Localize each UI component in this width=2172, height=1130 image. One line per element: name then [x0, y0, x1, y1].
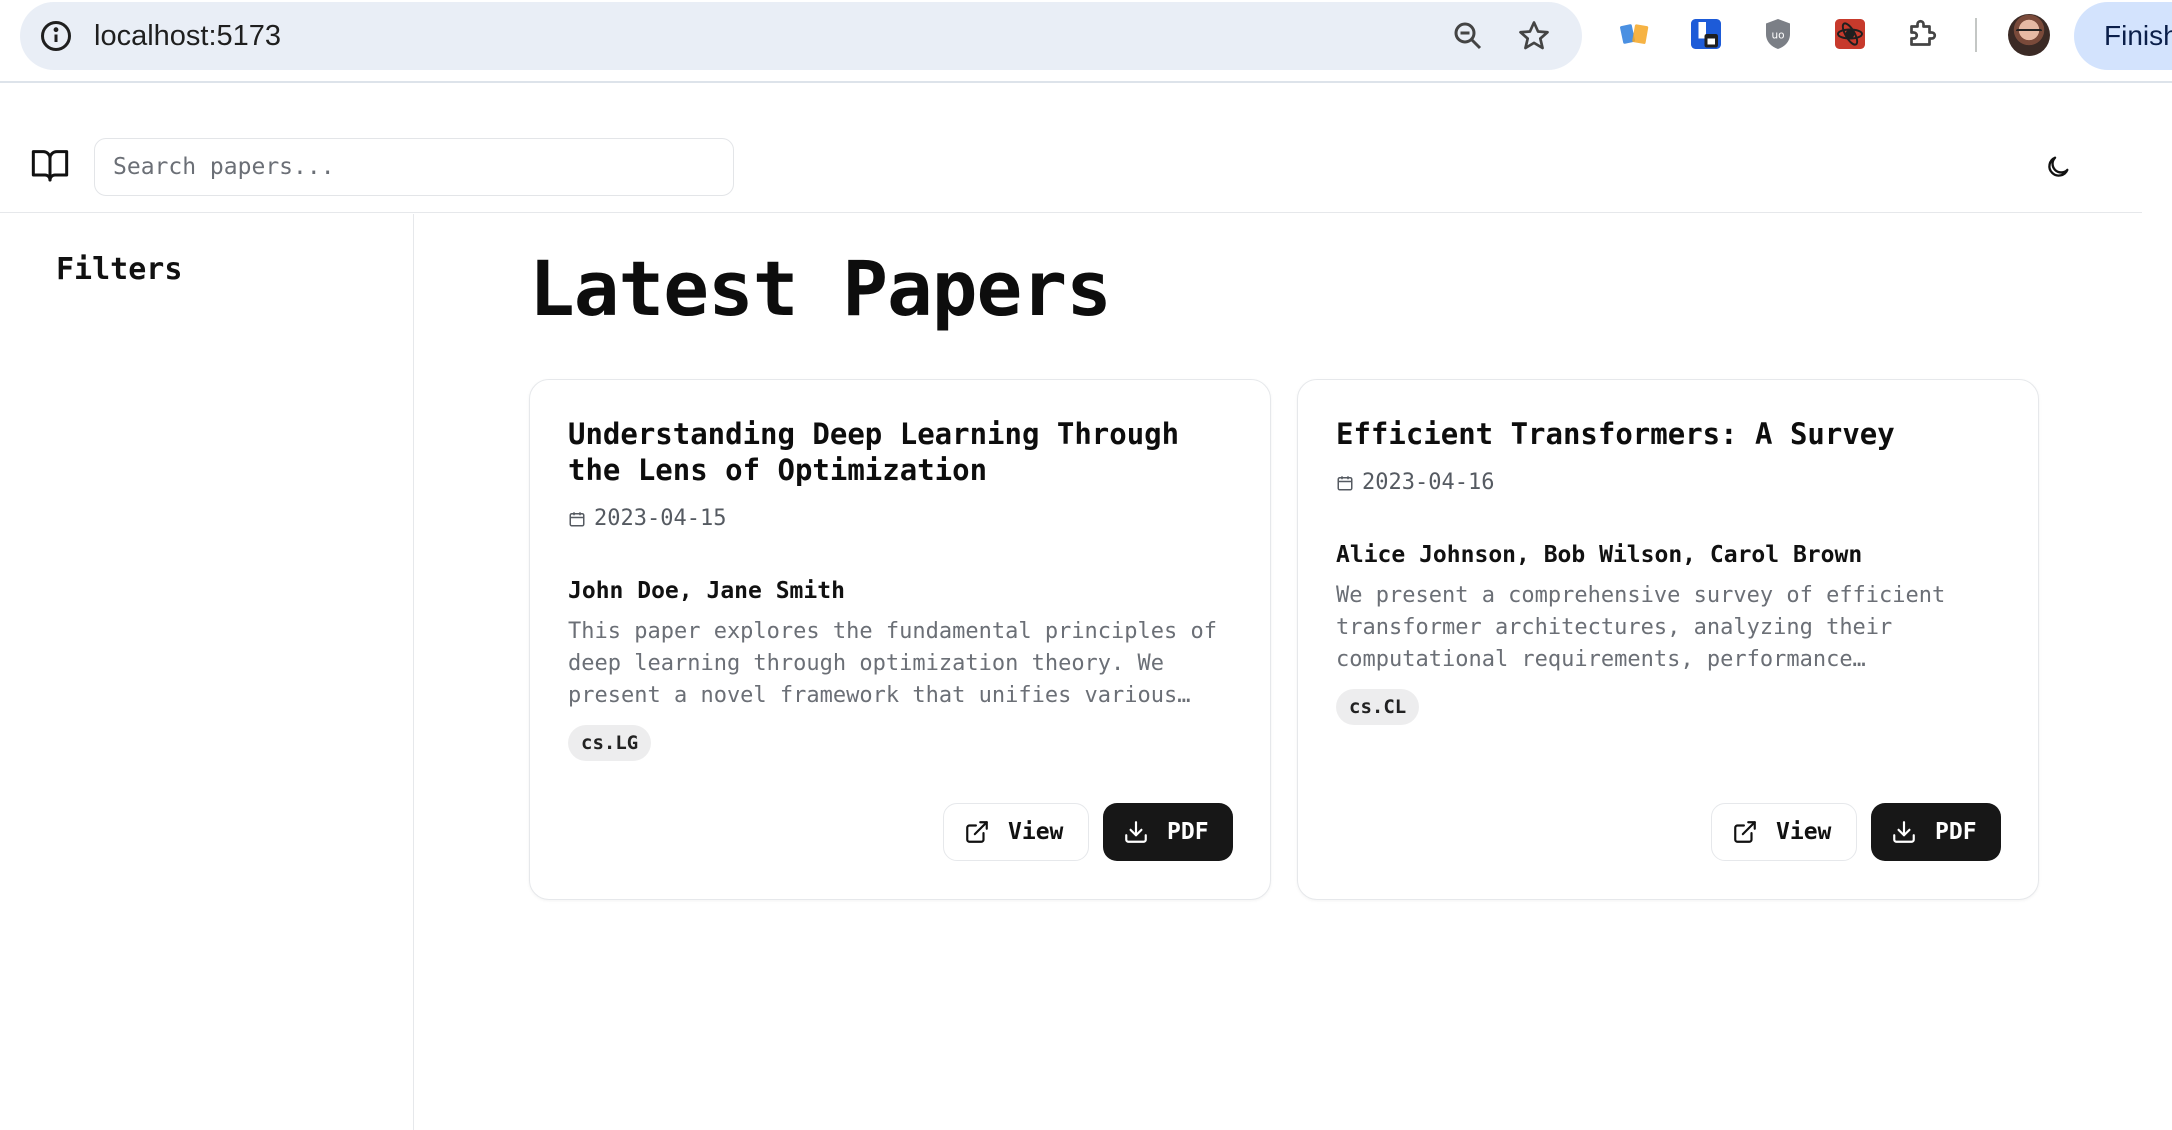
paper-date-text: 2023-04-16	[1362, 470, 1495, 495]
info-icon[interactable]	[38, 18, 74, 54]
view-button[interactable]: View	[1711, 803, 1857, 861]
paper-authors: John Doe, Jane Smith	[568, 578, 845, 604]
bookmark-star-icon[interactable]	[1516, 18, 1552, 54]
finish-button[interactable]: Finish	[2074, 2, 2172, 70]
page-title: Latest Papers	[529, 244, 1112, 333]
paper-title[interactable]: Understanding Deep Learning Through the …	[568, 416, 1238, 488]
browser-toolbar: localhost:5173 uo Finish	[0, 0, 2172, 83]
view-button[interactable]: View	[943, 803, 1089, 861]
extension-icon[interactable]	[1832, 16, 1868, 52]
paper-abstract: This paper explores the fundamental prin…	[568, 619, 1218, 708]
extension-icon[interactable]	[1617, 16, 1653, 52]
sidebar-title: Filters	[56, 252, 183, 287]
view-button-label: View	[1776, 819, 1832, 845]
main-content: Latest Papers Understanding Deep Learnin…	[414, 214, 2142, 1130]
download-icon	[1125, 821, 1147, 843]
category-tag[interactable]: cs.CL	[1336, 689, 1420, 725]
paper-date: 2023-04-15	[568, 506, 726, 531]
pdf-download-button[interactable]: PDF	[1871, 803, 2001, 861]
paper-abstract: We present a comprehensive survey of eff…	[1336, 583, 1946, 672]
extension-icon[interactable]: uo	[1760, 16, 1796, 52]
url-text[interactable]: localhost:5173	[94, 2, 281, 70]
extension-icon[interactable]	[1688, 16, 1724, 52]
category-tag[interactable]: cs.LG	[568, 725, 652, 761]
pdf-button-label: PDF	[1935, 819, 1977, 845]
filters-sidebar: Filters	[0, 214, 414, 1130]
svg-text:uo: uo	[1771, 30, 1784, 42]
paper-authors: Alice Johnson, Bob Wilson, Carol Brown	[1336, 542, 1863, 568]
download-icon	[1893, 821, 1915, 843]
toolbar-divider	[1975, 18, 1977, 52]
paper-card: Understanding Deep Learning Through the …	[529, 379, 1271, 900]
pdf-download-button[interactable]: PDF	[1103, 803, 1233, 861]
address-bar[interactable]: localhost:5173	[20, 2, 1582, 70]
view-button-label: View	[1008, 819, 1064, 845]
app-header	[0, 83, 2142, 213]
paper-card: Efficient Transformers: A Survey 2023-04…	[1297, 379, 2039, 900]
book-open-icon[interactable]	[30, 145, 70, 185]
external-link-icon	[1734, 821, 1756, 843]
calendar-icon	[569, 511, 585, 526]
external-link-icon	[966, 821, 988, 843]
moon-icon[interactable]	[2044, 153, 2072, 181]
paper-date: 2023-04-16	[1336, 470, 1494, 495]
search-input[interactable]	[94, 138, 734, 196]
calendar-icon	[1337, 475, 1353, 490]
zoom-out-icon[interactable]	[1450, 18, 1486, 54]
paper-date-text: 2023-04-15	[594, 506, 727, 531]
paper-title[interactable]: Efficient Transformers: A Survey	[1336, 416, 2006, 452]
profile-avatar[interactable]	[2008, 14, 2050, 56]
pdf-button-label: PDF	[1167, 819, 1209, 845]
puzzle-icon[interactable]	[1904, 16, 1940, 52]
